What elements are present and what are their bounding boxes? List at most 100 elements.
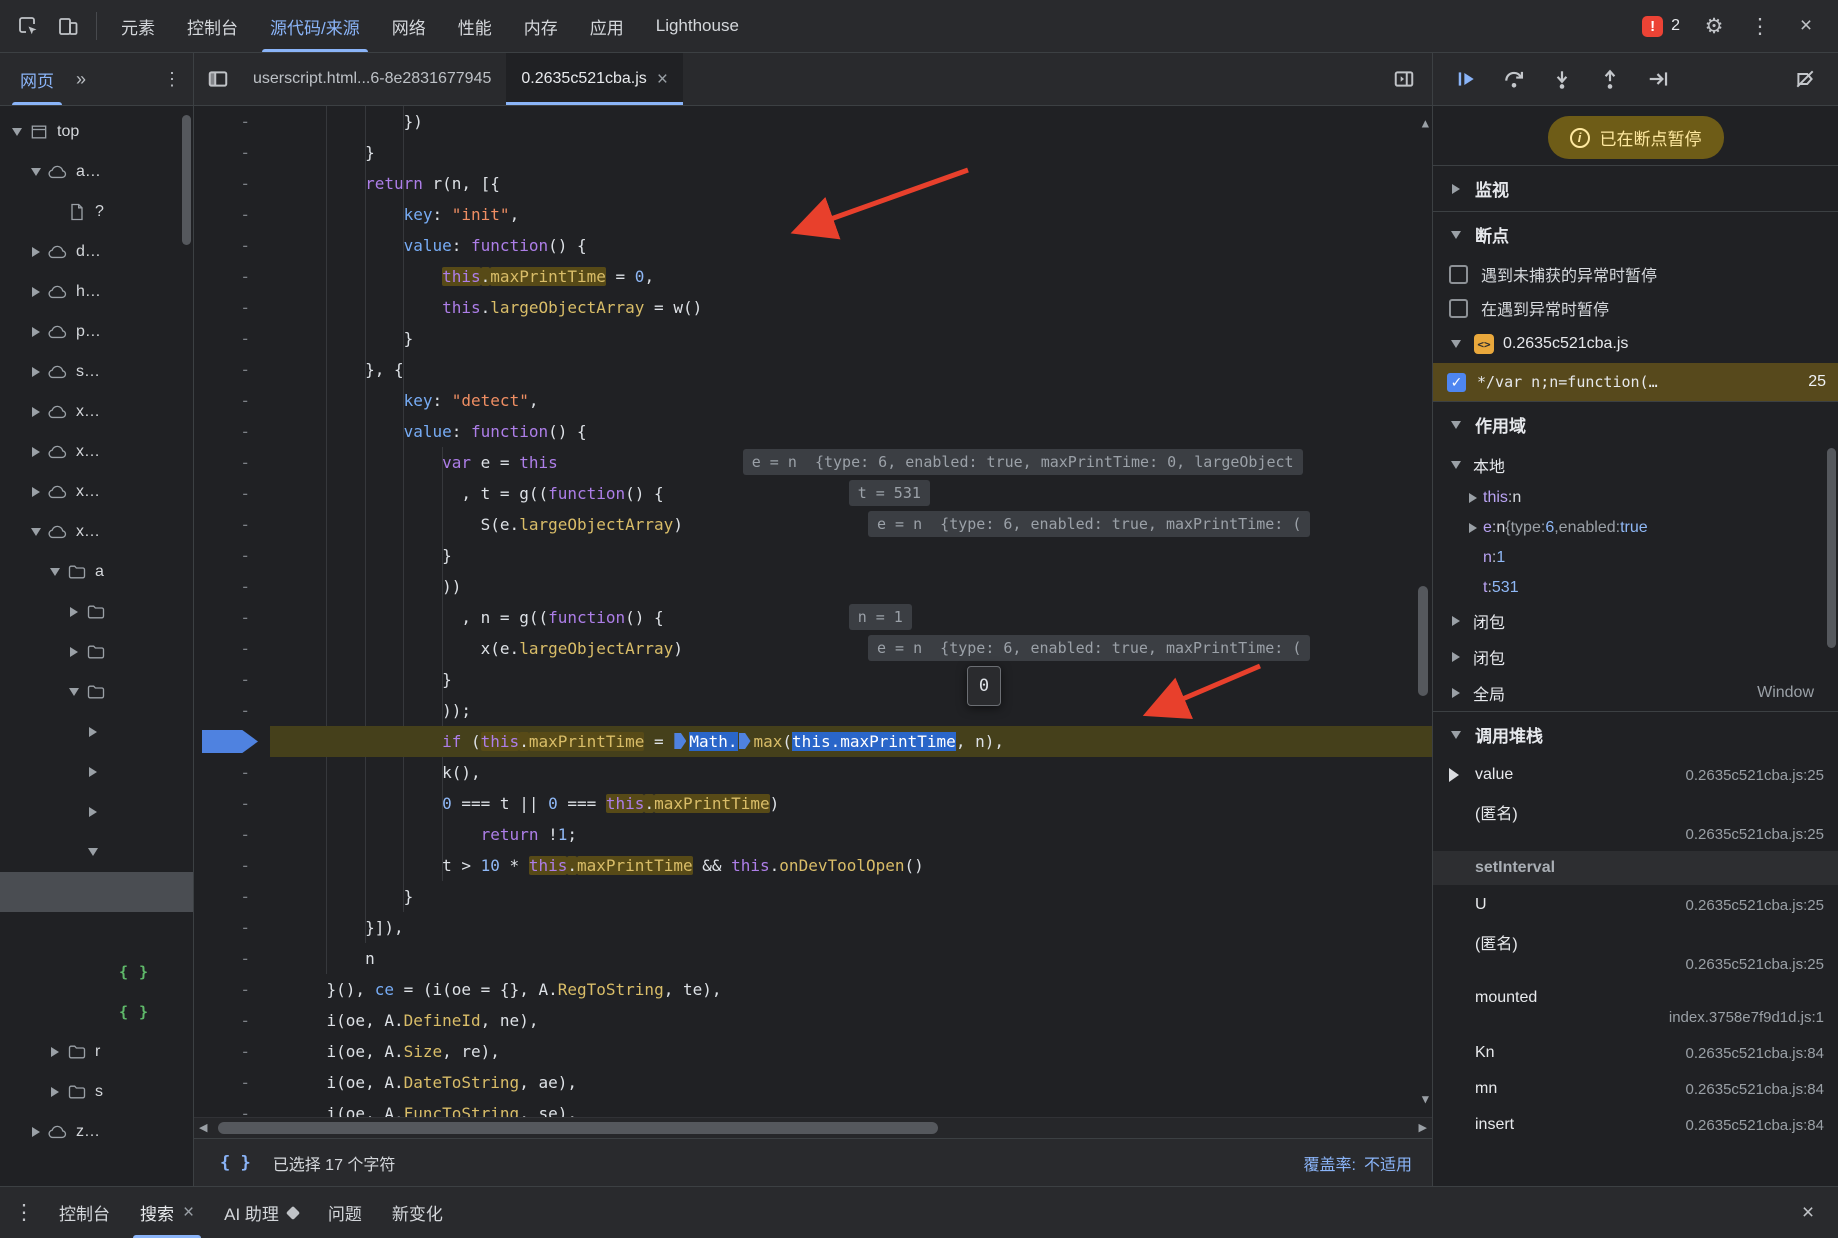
- code-line[interactable]: - var e = thise = n {type: 6, enabled: t…: [194, 447, 1432, 478]
- toggle-navigator-icon[interactable]: [198, 59, 238, 99]
- step-over-icon[interactable]: [1493, 59, 1535, 99]
- panel-tab-sources[interactable]: 源代码/来源: [254, 0, 376, 52]
- more-tabs-icon[interactable]: »: [68, 65, 94, 94]
- drawer-tab-changes[interactable]: 新变化: [377, 1187, 458, 1238]
- editor-tab-cba-js[interactable]: 0.2635c521cba.js×: [506, 53, 683, 105]
- callstack-frame[interactable]: mountedindex.3758e7f9d1d.js:1: [1433, 979, 1838, 1035]
- panel-tab-application[interactable]: 应用: [574, 0, 640, 52]
- chevron-right-icon[interactable]: [84, 767, 102, 777]
- inline-step-marker-icon[interactable]: [739, 733, 751, 749]
- code-line[interactable]: - 0 === t || 0 === this.maxPrintTime): [194, 788, 1432, 819]
- close-drawer-icon[interactable]: ×: [1788, 1193, 1828, 1233]
- scroll-down-icon[interactable]: ▼: [1422, 1084, 1429, 1115]
- pause-on-caught-row[interactable]: 在遇到异常时暂停: [1433, 291, 1838, 325]
- line-gutter[interactable]: -: [194, 602, 270, 633]
- chevron-right-icon[interactable]: [27, 247, 45, 257]
- tree-item[interactable]: { }: [0, 952, 193, 992]
- code-line[interactable]: - }: [194, 664, 1432, 695]
- tree-item[interactable]: [0, 832, 193, 872]
- chevron-right-icon[interactable]: [27, 447, 45, 457]
- navigator-kebab-icon[interactable]: ⋮: [155, 65, 189, 94]
- tree-item[interactable]: r: [0, 1032, 193, 1072]
- step-icon[interactable]: [1637, 59, 1679, 99]
- breakpoint-file-group[interactable]: <> 0.2635c521cba.js: [1433, 325, 1838, 363]
- code-line[interactable]: - }: [194, 137, 1432, 168]
- line-gutter[interactable]: -: [194, 850, 270, 881]
- tree-item[interactable]: h…: [0, 272, 193, 312]
- step-into-icon[interactable]: [1541, 59, 1583, 99]
- line-gutter[interactable]: -: [194, 881, 270, 912]
- chevron-right-icon[interactable]: [27, 1127, 45, 1137]
- panel-tab-elements[interactable]: 元素: [105, 0, 171, 52]
- code-line[interactable]: - )): [194, 571, 1432, 602]
- line-gutter[interactable]: -: [194, 261, 270, 292]
- line-gutter[interactable]: -: [194, 1067, 270, 1098]
- section-watch[interactable]: 监视: [1433, 165, 1838, 211]
- close-tab-icon[interactable]: ×: [657, 70, 668, 89]
- code-line[interactable]: - this.largeObjectArray = w(): [194, 292, 1432, 323]
- chevron-right-icon[interactable]: [1447, 616, 1465, 626]
- chevron-down-icon[interactable]: [1447, 340, 1465, 348]
- coverage-link[interactable]: 覆盖率:不适用: [1304, 1151, 1412, 1175]
- line-gutter[interactable]: -: [194, 819, 270, 850]
- chevron-right-icon[interactable]: [1447, 184, 1465, 194]
- tree-item[interactable]: [0, 672, 193, 712]
- code-line[interactable]: - }: [194, 881, 1432, 912]
- section-breakpoints[interactable]: 断点: [1433, 211, 1838, 257]
- line-gutter[interactable]: -: [194, 292, 270, 323]
- errors-badge[interactable]: ! 2: [1634, 12, 1688, 41]
- scope-variable-row[interactable]: n: 1: [1433, 543, 1838, 573]
- inspect-element-icon[interactable]: [8, 6, 48, 46]
- callstack-frame[interactable]: (匿名)0.2635c521cba.js:25: [1433, 923, 1838, 979]
- close-tab-icon[interactable]: ×: [183, 1203, 194, 1222]
- tree-item[interactable]: x…: [0, 472, 193, 512]
- editor-horizontal-scrollbar[interactable]: ◀ ▶: [194, 1117, 1432, 1138]
- tree-item[interactable]: d…: [0, 232, 193, 272]
- chevron-down-icon[interactable]: [84, 848, 102, 856]
- chevron-down-icon[interactable]: [46, 568, 64, 576]
- chevron-right-icon[interactable]: [1463, 493, 1483, 503]
- step-out-icon[interactable]: [1589, 59, 1631, 99]
- line-gutter[interactable]: -: [194, 1005, 270, 1036]
- line-gutter[interactable]: -: [194, 540, 270, 571]
- deactivate-breakpoints-icon[interactable]: [1784, 59, 1826, 99]
- checkbox-unchecked[interactable]: [1449, 299, 1468, 318]
- line-gutter[interactable]: -: [194, 199, 270, 230]
- callstack-frame[interactable]: (匿名)0.2635c521cba.js:25: [1433, 793, 1838, 849]
- chevron-right-icon[interactable]: [46, 1087, 64, 1097]
- tree-item[interactable]: [0, 592, 193, 632]
- chevron-right-icon[interactable]: [27, 327, 45, 337]
- code-line[interactable]: - i(oe, A.Size, re),: [194, 1036, 1432, 1067]
- code-line[interactable]: - , n = g((function() {n = 1: [194, 602, 1432, 633]
- code-line[interactable]: - ));: [194, 695, 1432, 726]
- panel-tab-console[interactable]: 控制台: [171, 0, 254, 52]
- scope-variable-row[interactable]: t: 531: [1433, 573, 1838, 603]
- chevron-right-icon[interactable]: [1447, 688, 1465, 698]
- code-line[interactable]: - x(e.largeObjectArray)e = n {type: 6, e…: [194, 633, 1432, 664]
- chevron-right-icon[interactable]: [27, 407, 45, 417]
- scrollbar-thumb[interactable]: [1418, 586, 1428, 696]
- code-line[interactable]: - , t = g((function() {t = 531: [194, 478, 1432, 509]
- breakpoint-entry[interactable]: */var n;n=function(… 25: [1433, 363, 1838, 401]
- navigator-scrollbar[interactable]: [182, 115, 191, 245]
- pause-on-uncaught-row[interactable]: 遇到未捕获的异常时暂停: [1433, 257, 1838, 291]
- tree-item[interactable]: s: [0, 1072, 193, 1112]
- editor-vertical-scrollbar[interactable]: ▲ ▼: [1414, 106, 1432, 1117]
- line-gutter[interactable]: -: [194, 230, 270, 261]
- scope-closure-1[interactable]: 闭包: [1433, 603, 1838, 639]
- code-line[interactable]: - n: [194, 943, 1432, 974]
- section-scope[interactable]: 作用域: [1433, 401, 1838, 447]
- line-gutter[interactable]: -: [194, 943, 270, 974]
- line-gutter[interactable]: -: [194, 757, 270, 788]
- chevron-down-icon[interactable]: [1447, 421, 1465, 429]
- code-line[interactable]: - }): [194, 106, 1432, 137]
- chevron-right-icon[interactable]: [1463, 523, 1483, 533]
- callstack-frame[interactable]: insert0.2635c521cba.js:84: [1433, 1107, 1838, 1143]
- tree-item[interactable]: [0, 872, 193, 912]
- scope-variable-row[interactable]: this: n: [1433, 483, 1838, 513]
- scope-closure-2[interactable]: 闭包: [1433, 639, 1838, 675]
- chevron-down-icon[interactable]: [1447, 461, 1465, 469]
- panel-tab-performance[interactable]: 性能: [442, 0, 508, 52]
- debugger-scrollbar[interactable]: [1827, 448, 1836, 648]
- tree-item[interactable]: [0, 712, 193, 752]
